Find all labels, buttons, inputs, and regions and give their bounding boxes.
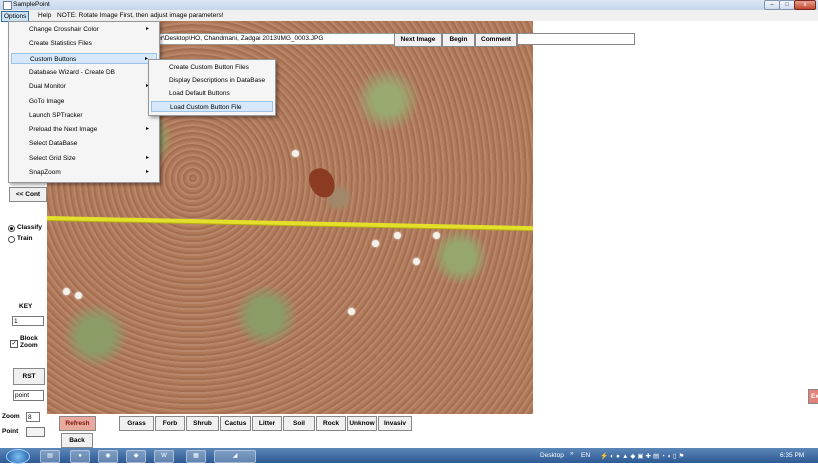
taskbar (0, 448, 818, 464)
options-menu-item[interactable]: Create Statistics Files (11, 38, 157, 49)
comment-button[interactable]: Comment (475, 33, 517, 47)
start-button[interactable] (6, 449, 30, 464)
flower (413, 258, 420, 265)
maximize-button[interactable]: □ (779, 0, 795, 10)
options-menu-item[interactable]: Select Grid Size ▸ (11, 153, 157, 164)
submenu-arrow-icon: ▸ (145, 26, 149, 32)
clock: 6:35 PM (780, 452, 805, 459)
exit-button[interactable]: Ex (808, 389, 818, 404)
classify-label: Classify (17, 224, 42, 231)
options-menu-item[interactable]: Launch SPTracker (11, 110, 157, 121)
category-button[interactable]: Forb (155, 416, 185, 431)
options-menu-item-label: Create Statistics Files (29, 40, 92, 48)
flower (394, 232, 401, 239)
close-button[interactable]: x (794, 0, 816, 10)
refresh-button[interactable]: Refresh (59, 416, 96, 431)
train-radio[interactable] (8, 236, 15, 243)
options-menu-item-label: Preload the Next Image (29, 126, 98, 134)
minimize-button[interactable]: – (764, 0, 780, 10)
cont-button[interactable]: << Cont (9, 187, 47, 202)
flower (372, 240, 379, 247)
app-icon (3, 1, 12, 10)
overflow-chevron-icon[interactable]: » (570, 450, 574, 457)
menu-note: NOTE: Rotate Image First, then adjust im… (57, 12, 224, 19)
flower (75, 292, 82, 299)
options-menu-item[interactable]: Custom Buttons ▸ (11, 52, 157, 64)
submenu-item[interactable]: Load Custom Button File (151, 101, 273, 112)
menu-help[interactable]: Help (36, 11, 53, 20)
options-menu-item[interactable]: Change Crosshair Color ▸ (11, 24, 157, 35)
submenu-arrow-icon: ▸ (145, 126, 149, 133)
rst-button[interactable]: RST (13, 368, 45, 385)
point-field[interactable] (26, 427, 45, 437)
key-field[interactable]: 1 (12, 316, 44, 326)
language-indicator[interactable]: EN (581, 452, 590, 459)
firefox-icon[interactable]: ● (70, 450, 90, 463)
window-title: SamplePoint (13, 1, 50, 8)
flower (63, 288, 70, 295)
point-label: Point (2, 428, 19, 435)
key-label: KEY (19, 303, 33, 310)
next-image-button[interactable]: Next Image (394, 33, 442, 47)
menu-bar: Options Help NOTE: Rotate Image First, t… (0, 10, 818, 22)
submenu-arrow-icon: ▸ (145, 169, 149, 175)
options-menu-item[interactable]: Select DataBase (11, 138, 157, 149)
submenu-item[interactable]: Create Custom Button Files (151, 62, 273, 73)
classify-radio[interactable] (8, 225, 15, 232)
block-zoom-label: Block Zoom (20, 335, 38, 349)
begin-button[interactable]: Begin (442, 33, 475, 47)
flower (433, 232, 440, 239)
back-button[interactable]: Back (61, 433, 93, 448)
point-type-field[interactable]: point (13, 390, 44, 401)
category-button[interactable]: Cactus (220, 416, 251, 431)
custom-buttons-submenu: Create Custom Button Files Display Descri… (148, 59, 276, 116)
explorer-icon[interactable]: ▤ (40, 450, 60, 463)
options-menu-item-label: GoTo Image (29, 97, 65, 105)
options-menu: Change Crosshair Color ▸ Create Statistics… (8, 21, 160, 183)
train-label: Train (17, 235, 33, 242)
tray-icons[interactable]: ⚡◐●▲◆▣✚▤◔◖▯⚑ (600, 452, 686, 460)
zoom-label: Zoom (2, 413, 20, 420)
image-path-field[interactable]: ser\Desktop\HO, Chandmani, Zadgai 2013\I… (151, 33, 395, 45)
zoom-field[interactable]: 8 (26, 412, 40, 422)
submenu-item[interactable]: Load Default Buttons (151, 88, 273, 99)
category-button[interactable]: Unknow (347, 416, 377, 431)
flower (348, 308, 355, 315)
submenu-item[interactable]: Display Descriptions in DataBase (151, 75, 273, 86)
document-icon[interactable]: ▦ (186, 450, 206, 463)
options-menu-item-label: Custom Buttons (30, 55, 77, 63)
options-menu-item[interactable]: SnapZoom ▸ (11, 167, 157, 178)
samplepoint-task-icon[interactable]: ◢ (214, 450, 256, 463)
comment-field[interactable] (517, 33, 635, 45)
options-menu-item[interactable]: Database Wizard - Create DB (11, 67, 157, 78)
category-button[interactable]: Soil (283, 416, 315, 431)
options-menu-item-label: Dual Monitor (29, 83, 66, 91)
category-button[interactable]: Rock (316, 416, 346, 431)
options-menu-item-label: SnapZoom (29, 169, 61, 176)
flower (292, 150, 299, 157)
options-menu-item[interactable]: GoTo Image (11, 96, 157, 107)
category-button[interactable]: Litter (252, 416, 282, 431)
options-menu-item-label: Launch SPTracker (29, 111, 83, 119)
options-menu-item[interactable]: Preload the Next Image ▸ (11, 124, 157, 135)
chrome-icon[interactable]: ◉ (98, 450, 118, 463)
options-menu-item[interactable]: Dual Monitor▸ (11, 81, 157, 92)
desktop-label[interactable]: Desktop (540, 452, 564, 459)
app-icon-red[interactable]: ◆ (126, 450, 146, 463)
word-icon[interactable]: W (154, 450, 174, 463)
options-menu-item-label: Select Grid Size (29, 154, 76, 162)
category-button[interactable]: Invasiv (378, 416, 412, 431)
options-menu-item-label: Change Crosshair Color (29, 26, 99, 33)
category-button[interactable]: Shrub (186, 416, 219, 431)
options-menu-item-label: Select DataBase (29, 140, 78, 148)
block-zoom-checkbox[interactable]: ✓ (10, 340, 18, 348)
category-button[interactable]: Grass (119, 416, 154, 431)
options-menu-item-label: Database Wizard - Create DB (29, 68, 115, 76)
submenu-arrow-icon: ▸ (145, 154, 149, 161)
